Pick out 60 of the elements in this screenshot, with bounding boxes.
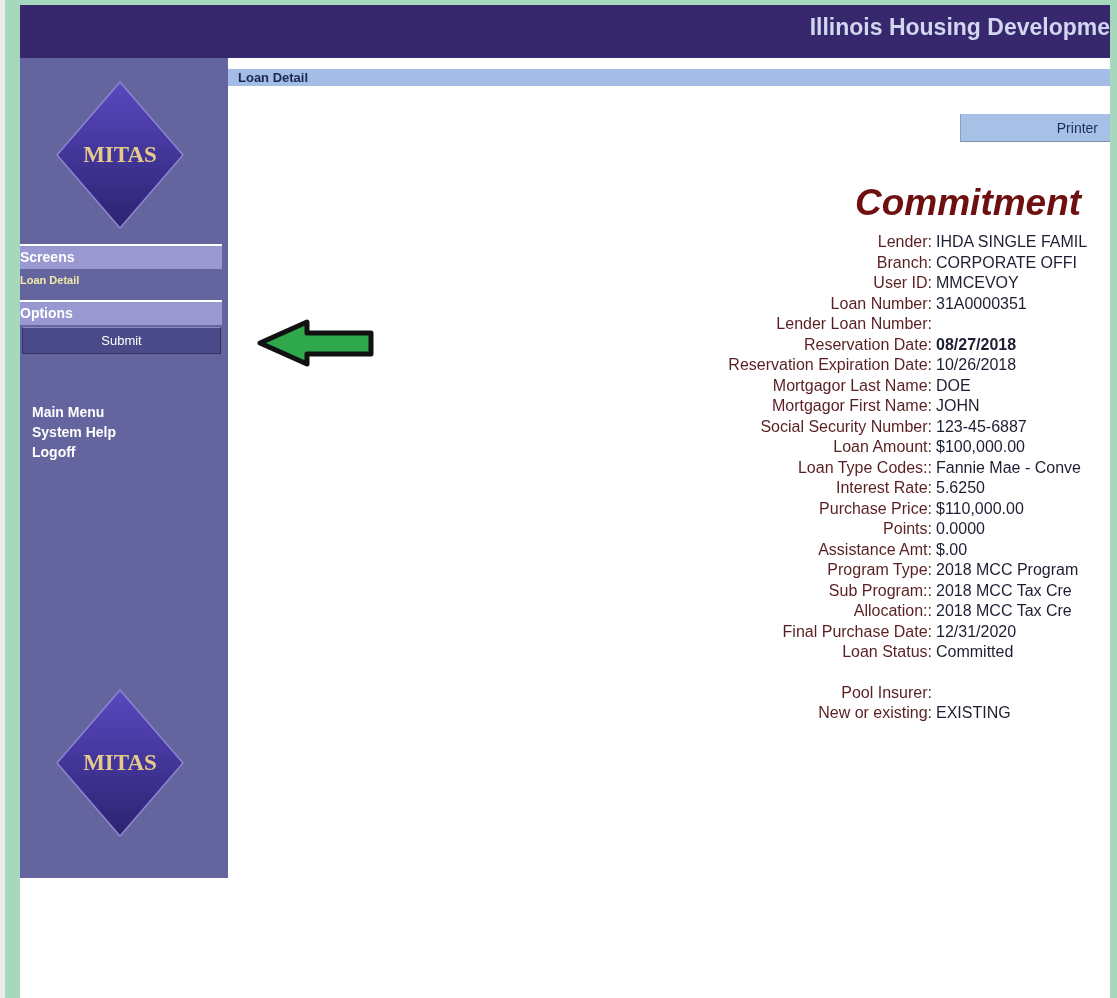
field-value: 123-45-6887	[936, 416, 1027, 437]
field-label: Lender Loan Number:	[775, 314, 932, 334]
field-value: EXISTING	[936, 703, 1011, 723]
field-value: 2018 MCC Program	[936, 560, 1079, 580]
screen-link[interactable]: Loan Detail	[20, 269, 228, 286]
field-value: $100,000.00	[936, 437, 1025, 457]
field-label: Reservation Expiration Date:	[727, 355, 932, 375]
field-label: User ID:	[872, 273, 932, 293]
field-value: 08/27/2018	[936, 334, 1017, 355]
submit-button[interactable]: Submit	[22, 327, 221, 354]
diamond-logo-icon	[55, 80, 185, 230]
field-label: Branch:	[875, 252, 932, 273]
page-title: Loan Detail	[238, 70, 309, 85]
field-value: 5.6250	[936, 478, 985, 498]
field-label: Lender:	[876, 232, 932, 252]
field-value: $.00	[936, 539, 968, 560]
field-value: Committed	[936, 642, 1014, 662]
section-header: Options	[20, 300, 222, 325]
field-value: 12/31/2020	[936, 621, 1017, 642]
field-label: Interest Rate:	[834, 478, 932, 498]
nav-link[interactable]: System Help	[32, 424, 117, 440]
field-label: Pool Insurer:	[840, 682, 932, 703]
field-value: 31A0000351	[936, 293, 1027, 314]
field-label: Sub Program::	[827, 580, 932, 601]
field-value: Fannie Mae - Conve	[936, 457, 1081, 478]
logo-text: MITAS	[83, 750, 157, 776]
field-label: Assistance Amt:	[817, 539, 932, 560]
printer-button[interactable]: Printer	[960, 114, 1110, 142]
field-value: 2018 MCC Tax Cre	[936, 601, 1072, 621]
field-label: Loan Number:	[829, 293, 932, 314]
field-value: DOE	[936, 375, 971, 396]
field-label: Mortgagor First Name:	[770, 396, 932, 416]
field-label: Social Security Number:	[759, 416, 932, 437]
field-label: Final Purchase Date:	[781, 621, 932, 642]
field-value: MMCEVOY	[936, 273, 1019, 293]
field-label: Allocation::	[852, 601, 932, 621]
diamond-logo-icon	[55, 688, 185, 838]
field-label: Loan Status:	[841, 642, 932, 662]
field-label: Loan Amount:	[832, 437, 932, 457]
field-label: Purchase Price:	[818, 498, 932, 519]
logo-text: MITAS	[83, 142, 157, 168]
field-value: JOHN	[936, 396, 980, 416]
field-value: 2018 MCC Tax Cre	[936, 580, 1072, 601]
nav-link[interactable]: Main Menu	[32, 404, 105, 420]
nav-link[interactable]: Logoff	[32, 444, 76, 460]
field-value: $110,000.00	[936, 498, 1024, 519]
field-value: CORPORATE OFFI	[936, 252, 1078, 273]
field-label: Reservation Date:	[802, 334, 932, 355]
field-label: Loan Type Codes::	[796, 457, 932, 478]
section-header: Screens	[20, 244, 222, 269]
site-title: Illinois Housing Developme	[809, 13, 1110, 41]
field-value: IHDA SINGLE FAMIL	[936, 232, 1088, 252]
field-label: Points:	[882, 519, 932, 539]
left-arrow-icon	[257, 318, 375, 368]
field-label: Program Type:	[826, 560, 932, 580]
field-label: New or existing:	[817, 703, 932, 723]
field-value: 0.0000	[936, 519, 985, 539]
field-value: 10/26/2018	[936, 355, 1017, 375]
field-label: Mortgagor Last Name:	[771, 375, 932, 396]
page-heading: Commitment	[855, 182, 1084, 224]
